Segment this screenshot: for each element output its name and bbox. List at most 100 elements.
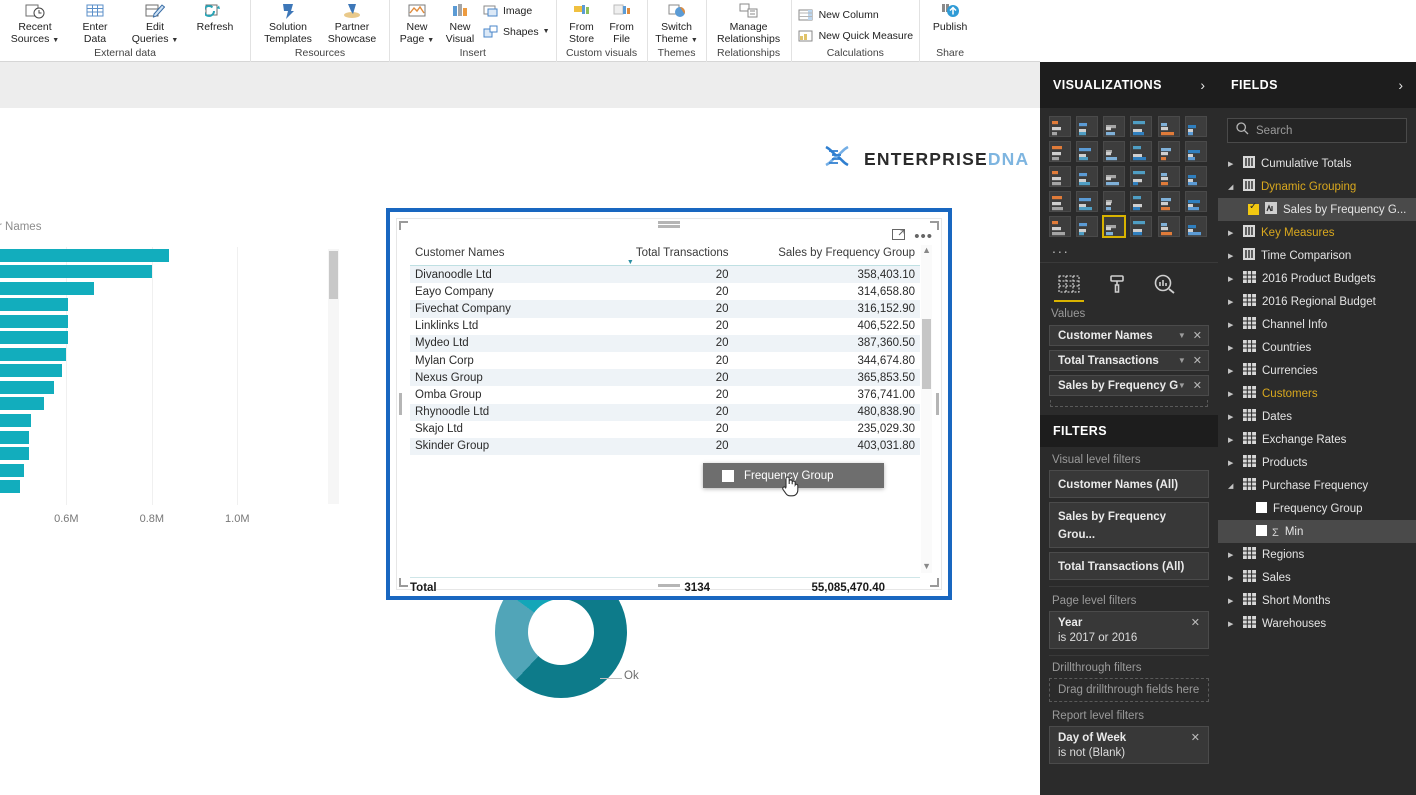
chevron-down-icon[interactable]: ▼ <box>543 28 550 35</box>
arcgis-map-icon[interactable] <box>1184 216 1207 237</box>
table-col-header-sales-by-frequency-group[interactable]: Sales by Frequency Group <box>733 243 920 266</box>
bar[interactable] <box>0 331 68 345</box>
area-chart-icon[interactable] <box>1076 141 1099 162</box>
visual-filter-customer-names[interactable]: Customer Names (All) <box>1049 470 1209 498</box>
chevron-right-icon[interactable]: › <box>1398 77 1403 93</box>
chevron-right-icon[interactable]: ▶ <box>1228 321 1237 329</box>
bar[interactable] <box>0 463 24 477</box>
resize-handle-top-left[interactable] <box>399 221 408 230</box>
chevron-right-icon[interactable]: ▶ <box>1228 459 1237 467</box>
bar-row[interactable] <box>0 363 280 380</box>
bar-row[interactable] <box>0 446 280 463</box>
table-row[interactable]: Omba Group 20 376,741.00 <box>410 386 920 403</box>
recent-sources-button[interactable]: Recent Sources ▼ <box>6 0 64 46</box>
tab-analytics[interactable] <box>1152 271 1178 297</box>
chevron-down-icon[interactable]: ▼ <box>1178 381 1186 390</box>
table-row[interactable]: Fivechat Company 20 316,152.90 <box>410 300 920 318</box>
bar[interactable] <box>0 314 68 328</box>
bar-chart-scrollbar-thumb[interactable] <box>329 251 338 299</box>
ribbon-chart-icon[interactable] <box>1184 141 1207 162</box>
bar[interactable] <box>0 430 30 444</box>
refresh-button[interactable]: Refresh <box>186 0 244 34</box>
bar-row[interactable] <box>0 297 280 314</box>
table-icon[interactable] <box>1102 215 1127 238</box>
bar[interactable] <box>0 281 95 295</box>
multi-row-card-icon[interactable] <box>1184 191 1207 212</box>
switch-theme-button[interactable]: Switch Theme ▼ <box>654 0 700 46</box>
field-item-dates[interactable]: ▶ Dates <box>1218 405 1416 428</box>
field-item-channel-info[interactable]: ▶ Channel Info <box>1218 313 1416 336</box>
chevron-right-icon[interactable]: ▶ <box>1228 298 1237 306</box>
shape-map-icon[interactable] <box>1076 191 1099 212</box>
field-item-frequency-group[interactable]: Frequency Group <box>1218 497 1416 520</box>
chevron-right-icon[interactable]: ▶ <box>1228 160 1237 168</box>
bar[interactable] <box>0 347 67 361</box>
chevron-down-icon[interactable]: ▼ <box>171 37 178 44</box>
table-scrollbar-track[interactable] <box>921 245 932 573</box>
field-item-dynamic-grouping[interactable]: ◢ Dynamic Grouping <box>1218 175 1416 198</box>
publish-button[interactable]: Publish <box>926 0 974 34</box>
chevron-down-icon[interactable]: ▼ <box>1178 356 1186 365</box>
value-field-customer-names[interactable]: Customer Names ▼ ✕ <box>1049 325 1209 346</box>
slicer-icon[interactable] <box>1076 216 1099 237</box>
line-chart-icon[interactable] <box>1049 141 1071 162</box>
chevron-right-icon[interactable]: ▶ <box>1228 229 1237 237</box>
stacked-area-chart-icon[interactable] <box>1103 141 1126 162</box>
visual-filter-sales-by-frequency-grou-[interactable]: Sales by Frequency Grou... <box>1049 502 1209 548</box>
remove-field-icon[interactable]: ✕ <box>1193 379 1202 392</box>
field-item-exchange-rates[interactable]: ▶ Exchange Rates <box>1218 428 1416 451</box>
field-item-min[interactable]: Σ Min <box>1218 520 1416 543</box>
report-filter-day-of-week[interactable]: Day of Week ✕ is not (Blank) <box>1049 726 1209 764</box>
field-item-products[interactable]: ▶ Products <box>1218 451 1416 474</box>
remove-field-icon[interactable]: ✕ <box>1193 354 1202 367</box>
value-field-total-transactions[interactable]: Total Transactions ▼ ✕ <box>1049 350 1209 371</box>
field-item-2016-regional-budget[interactable]: ▶ 2016 Regional Budget <box>1218 290 1416 313</box>
remove-filter-icon[interactable]: ✕ <box>1191 616 1200 629</box>
gauge-chart-icon[interactable] <box>1130 191 1153 212</box>
bar[interactable] <box>0 413 32 427</box>
table-row[interactable]: Skajo Ltd 20 235,029.30 <box>410 421 920 438</box>
bar[interactable] <box>0 364 63 378</box>
chevron-right-icon[interactable]: ▶ <box>1228 275 1237 283</box>
chevron-down-icon[interactable]: ▼ <box>691 37 698 44</box>
bar-row[interactable] <box>0 247 280 264</box>
resize-handle-right[interactable] <box>936 393 939 415</box>
page-filter-year[interactable]: Year ✕ is 2017 or 2016 <box>1049 611 1209 649</box>
bar-chart-visual[interactable]: r Names M0.2M0.4M0.6M0.8M1.0M <box>0 213 340 553</box>
field-item-purchase-frequency[interactable]: ◢ Purchase Frequency <box>1218 474 1416 497</box>
remove-field-icon[interactable]: ✕ <box>1193 329 1202 342</box>
table-col-header-total-transactions[interactable]: Total Transactions ▼ <box>612 243 734 266</box>
line-clustered-column-chart-icon[interactable] <box>1157 141 1180 162</box>
shapes-button[interactable]: Shapes ▼ <box>482 22 550 41</box>
field-item-regions[interactable]: ▶ Regions <box>1218 543 1416 566</box>
chevron-down-icon[interactable]: ▼ <box>427 37 434 44</box>
chevron-down-icon[interactable]: ▼ <box>1178 331 1186 340</box>
bar[interactable] <box>0 298 68 312</box>
resize-handle-top-2[interactable] <box>658 225 680 228</box>
table-row[interactable]: Divanoodle Ltd 20 358,403.10 <box>410 265 920 284</box>
field-item-sales-by-frequency-g-[interactable]: Sales by Frequency G... <box>1218 198 1416 221</box>
chevron-down-icon[interactable]: ◢ <box>1228 183 1237 191</box>
field-item-cumulative-totals[interactable]: ▶ Cumulative Totals <box>1218 152 1416 175</box>
clustered-bar-chart-icon[interactable] <box>1103 116 1126 137</box>
drillthrough-drop-zone[interactable]: Drag drillthrough fields here <box>1049 678 1209 702</box>
bar-row[interactable] <box>0 429 280 446</box>
r-script-visual-icon[interactable] <box>1157 216 1180 237</box>
chevron-right-icon[interactable]: ▶ <box>1228 574 1237 582</box>
scroll-up-icon[interactable]: ▲ <box>922 245 931 255</box>
donut-chart-icon[interactable] <box>1130 166 1153 187</box>
resize-handle-bottom-right[interactable] <box>930 578 939 587</box>
resize-handle-top[interactable] <box>658 221 680 224</box>
values-drop-zone[interactable] <box>1050 400 1208 407</box>
funnel-chart-icon[interactable] <box>1103 191 1126 212</box>
data-table[interactable]: Customer Names Total Transactions ▼ Sale… <box>410 243 920 456</box>
stacked-bar-chart-icon[interactable] <box>1049 116 1071 137</box>
enter-data-button[interactable]: Enter Data <box>66 0 124 45</box>
bar[interactable] <box>0 480 21 494</box>
new-quick-measure-button[interactable]: New Quick Measure <box>798 26 913 45</box>
chevron-right-icon[interactable]: ▶ <box>1228 252 1237 260</box>
card-icon[interactable] <box>1157 191 1180 212</box>
field-item-time-comparison[interactable]: ▶ Time Comparison <box>1218 244 1416 267</box>
new-column-button[interactable]: New Column <box>798 5 914 24</box>
field-item-customers[interactable]: ▶ Customers <box>1218 382 1416 405</box>
